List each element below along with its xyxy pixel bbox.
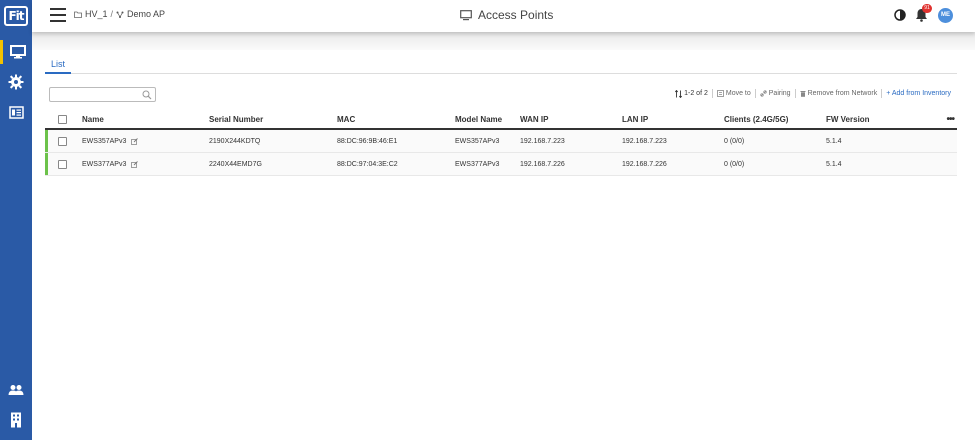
monitor-icon [460,9,472,20]
cell-wan-ip: 192.168.7.223 [520,137,565,145]
pairing-button[interactable]: Pairing [756,90,795,97]
column-header-fw-version[interactable]: FW Version [826,110,870,128]
cell-clients: 0 (0/0) [724,160,745,168]
tab-list[interactable]: List [45,56,72,74]
notifications-button[interactable]: 91 [915,4,932,23]
move-to-label: Move to [725,90,751,97]
sidebar-item-users[interactable] [0,378,32,402]
row-checkbox[interactable] [58,130,67,152]
table-row[interactable]: EWS377APv3 2240X44EMD7G 88:DC:97:04:3E:C… [45,153,957,176]
theme-toggle-icon[interactable] [894,9,906,21]
sort-count[interactable]: 1-2 of 2 [671,89,712,98]
column-header-serial[interactable]: Serial Number [209,110,263,128]
breadcrumb: HV_1 / Demo AP [74,9,165,19]
menu-toggle-icon[interactable] [50,8,66,22]
sidebar-item-list[interactable] [0,100,32,124]
column-header-lan-ip[interactable]: LAN IP [622,110,648,128]
device-name[interactable]: EWS357APv3 [82,138,126,145]
list-icon [8,105,24,119]
main-content: List 1-2 of 2 Move to Pairing Remove fro… [32,32,975,440]
cell-fw-version: 5.1.4 [826,137,842,145]
column-header-model[interactable]: Model Name [455,110,502,128]
remove-label: Remove from Network [807,90,878,97]
move-to-button[interactable]: Move to [713,90,755,97]
table-toolbar: 1-2 of 2 Move to Pairing Remove from Net… [671,89,955,98]
sidebar: Fit [0,0,32,440]
breadcrumb-separator: / [110,9,114,19]
add-from-inventory-button[interactable]: + Add from Inventory [882,90,955,97]
avatar[interactable]: ME [938,7,953,23]
online-status-indicator [45,153,48,175]
page-title-group: Access Points [460,8,553,22]
sidebar-item-monitor[interactable] [0,40,32,64]
edit-icon[interactable] [131,160,139,168]
search-icon [142,90,152,100]
cell-name: EWS377APv3 [82,153,139,175]
access-points-table: Name Serial Number MAC Model Name WAN IP… [45,110,957,176]
app-logo: Fit [4,6,28,26]
gear-icon [8,74,24,90]
pairing-label: Pairing [768,90,791,97]
folder-icon [74,11,82,18]
record-count: 1-2 of 2 [684,90,708,97]
link-icon [760,90,767,97]
sidebar-item-buildings[interactable] [0,408,32,432]
cell-model: EWS377APv3 [455,160,500,168]
row-checkbox[interactable] [58,153,67,175]
table-row[interactable]: EWS357APv3 2190X244KDTQ 88:DC:96:9B:46:E… [45,130,957,153]
remove-from-network-button[interactable]: Remove from Network [796,90,882,97]
edit-icon[interactable] [131,137,139,145]
cell-fw-version: 5.1.4 [826,160,842,168]
cell-mac: 88:DC:97:04:3E:C2 [337,160,398,168]
cell-serial: 2190X244KDTQ [209,137,261,145]
subheader-band [32,32,975,50]
monitor-icon [9,45,26,59]
search-input[interactable] [49,87,156,102]
device-name[interactable]: EWS377APv3 [82,161,126,168]
cell-lan-ip: 192.168.7.226 [622,160,667,168]
tab-bar: List [45,56,957,74]
cell-mac: 88:DC:96:9B:46:E1 [337,137,398,145]
cell-lan-ip: 192.168.7.223 [622,137,667,145]
column-options-button[interactable]: ••• [946,114,954,125]
network-icon [116,11,124,18]
users-icon [8,385,24,395]
notification-badge: 91 [922,4,932,13]
building-icon [11,412,21,428]
cell-serial: 2240X44EMD7G [209,160,262,168]
sort-icon [675,89,683,98]
column-header-clients[interactable]: Clients (2.4G/5G) [724,110,788,128]
cell-name: EWS357APv3 [82,130,139,152]
column-header-mac[interactable]: MAC [337,110,355,128]
online-status-indicator [45,130,48,152]
cell-clients: 0 (0/0) [724,137,745,145]
page-title: Access Points [478,8,554,22]
breadcrumb-item-network[interactable]: Demo AP [127,9,165,19]
move-icon [716,90,724,97]
table-header: Name Serial Number MAC Model Name WAN IP… [45,110,957,130]
sidebar-item-settings[interactable] [0,70,32,94]
breadcrumb-item-site[interactable]: HV_1 [85,9,108,19]
top-header: HV_1 / Demo AP Access Points 91 ME [32,0,975,32]
trash-icon [800,91,806,97]
cell-wan-ip: 192.168.7.226 [520,160,565,168]
column-header-wan-ip[interactable]: WAN IP [520,110,548,128]
column-header-name[interactable]: Name [82,110,104,128]
header-actions: 91 ME [894,4,953,23]
cell-model: EWS357APv3 [455,137,500,145]
select-all-checkbox[interactable] [58,110,67,128]
